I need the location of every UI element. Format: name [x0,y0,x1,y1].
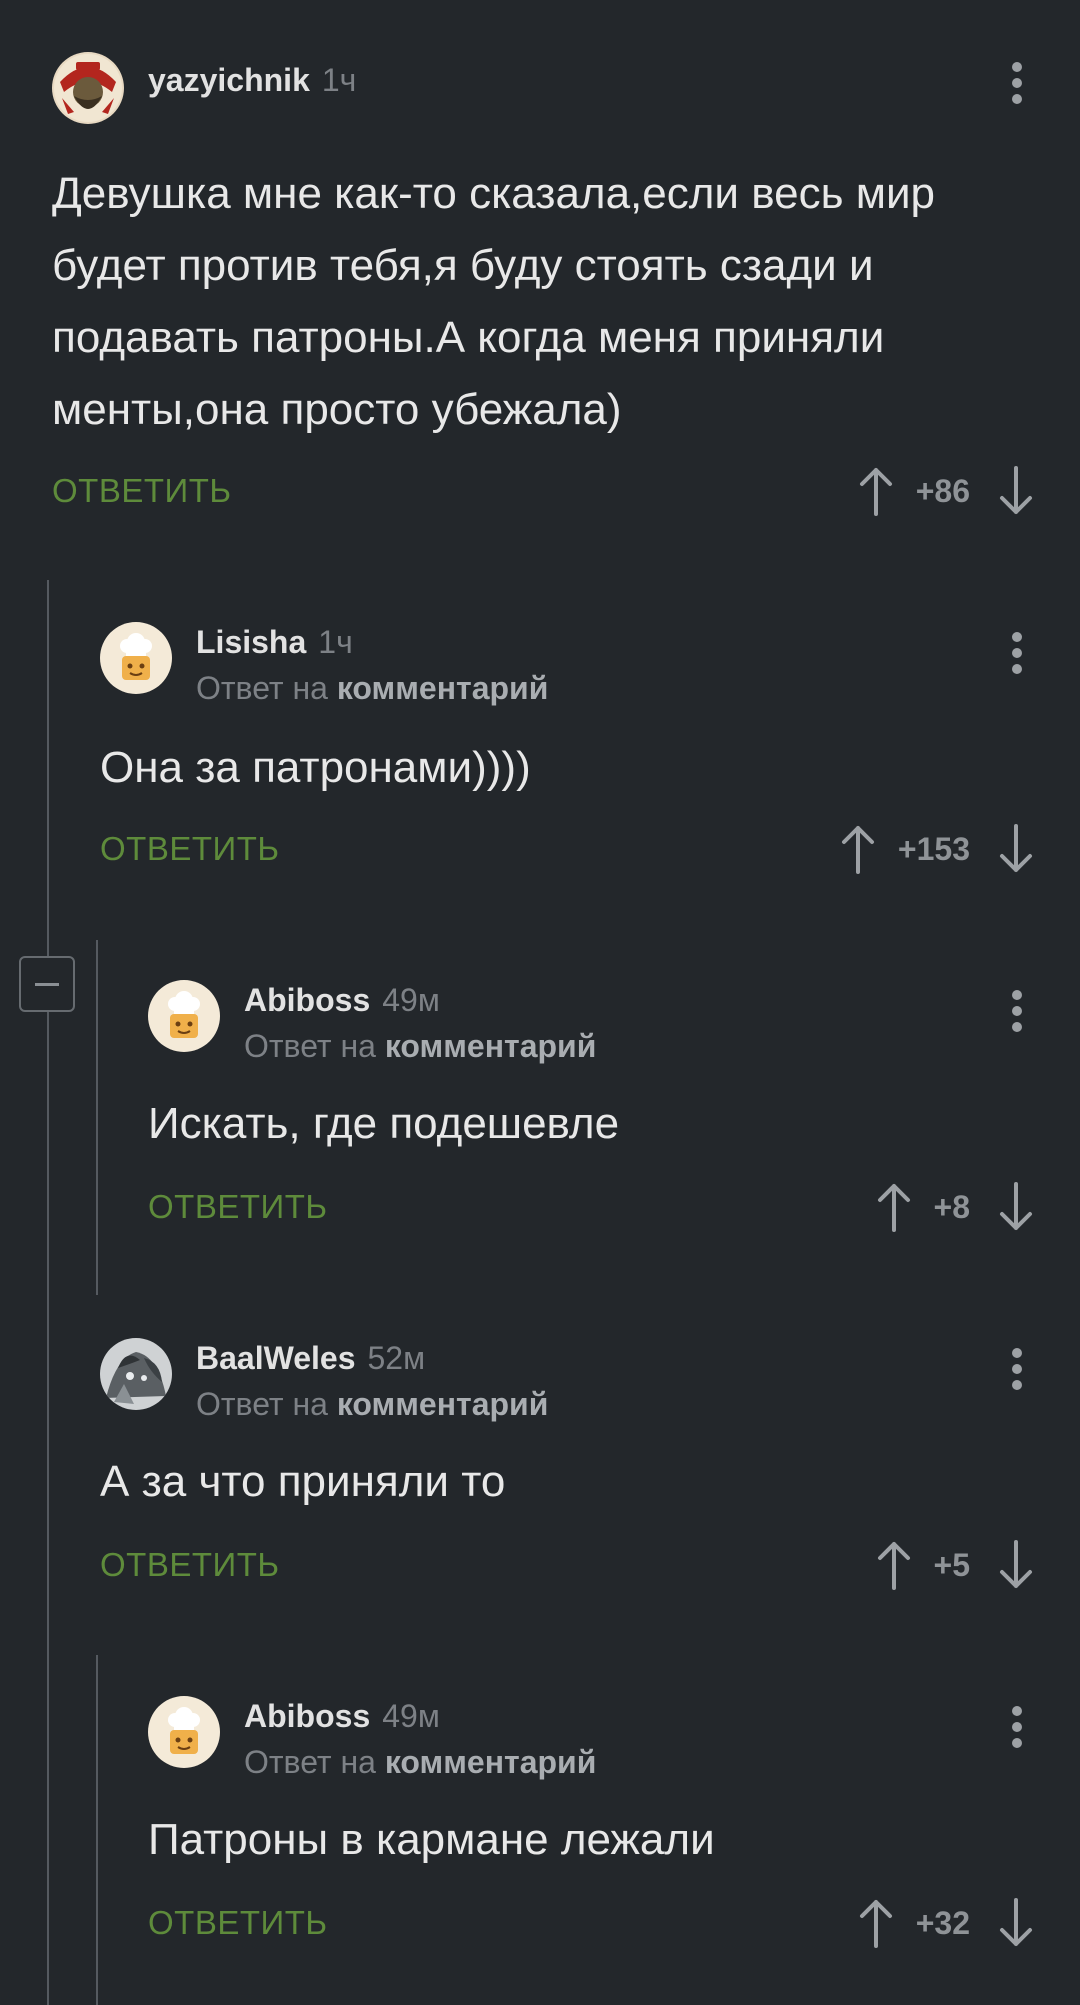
comment-menu-icon[interactable] [1012,1348,1024,1396]
comment-text-line: Искать, где подешевле [148,1099,620,1148]
reply-to-label: Ответ на комментарий [196,670,548,707]
comment-menu-icon[interactable] [1012,62,1024,110]
reply-to-prefix: Ответ на [196,1386,328,1422]
cook-icon [100,622,172,694]
comment-author[interactable]: yazyichnik [148,62,310,98]
reply-to-label: Ответ на комментарий [244,1028,596,1065]
comment-rating: +5 [933,1546,970,1583]
grey-creature-icon [100,1338,172,1410]
comment-author[interactable]: Lisisha [196,624,306,660]
downvote-arrow-icon[interactable] [996,1540,1036,1590]
upvote-arrow-icon[interactable] [874,1182,914,1232]
upvote-arrow-icon[interactable] [838,824,878,874]
comment-author[interactable]: Abiboss [244,1698,370,1734]
comment-text-line: Она за патронами)))) [100,743,531,792]
comment-menu-icon[interactable] [1012,1706,1024,1754]
avatar[interactable] [100,622,172,694]
reply-to-link[interactable]: комментарий [385,1744,597,1780]
comment-text-line: А за что приняли то [100,1457,506,1506]
reply-to-link[interactable]: комментарий [385,1028,597,1064]
cook-icon [148,980,220,1052]
comment-text-line: Девушка мне как-то сказала,если весь мир [52,169,936,218]
comment-rating: +32 [915,1904,970,1941]
avatar[interactable] [52,52,124,124]
reply-button[interactable]: ОТВЕТИТЬ [148,1188,328,1226]
comment-author[interactable]: Abiboss [244,982,370,1018]
upvote-arrow-icon[interactable] [856,1898,896,1948]
avatar[interactable] [148,1696,220,1768]
avatar[interactable] [148,980,220,1052]
thread-line-level-1 [47,580,49,2005]
comment-time: 49м [382,982,440,1018]
reply-button[interactable]: ОТВЕТИТЬ [148,1904,328,1942]
comment-rating: +86 [915,472,970,509]
comment-menu-icon[interactable] [1012,990,1024,1038]
comment-text: Девушка мне как-то сказала,если весь мир… [52,158,935,446]
reply-button[interactable]: ОТВЕТИТЬ [100,830,280,868]
thread-line-level-2 [96,940,98,1295]
comment-time: 1ч [321,62,357,98]
reply-to-label: Ответ на комментарий [196,1386,548,1423]
reply-to-link[interactable]: комментарий [337,670,549,706]
comment-text-line: менты,она просто убежала) [52,385,622,434]
comment-text: Она за патронами)))) [100,732,531,804]
comment-text-line: Патроны в кармане лежали [148,1815,715,1864]
reply-to-link[interactable]: комментарий [337,1386,549,1422]
reply-button[interactable]: ОТВЕТИТЬ [100,1546,280,1584]
downvote-arrow-icon[interactable] [996,466,1036,516]
reply-to-label: Ответ на комментарий [244,1744,596,1781]
comment-text: Искать, где подешевле [148,1088,619,1160]
comment-text: Патроны в кармане лежали [148,1804,715,1876]
comment-text: А за что приняли то [100,1446,505,1518]
comment-rating: +153 [897,830,970,867]
reply-to-prefix: Ответ на [244,1744,376,1780]
comment-text-line: подавать патроны.А когда меня приняли [52,313,885,362]
reply-button[interactable]: ОТВЕТИТЬ [52,472,232,510]
downvote-arrow-icon[interactable] [996,1898,1036,1948]
comment-time: 1ч [318,624,353,660]
cook-icon [148,1696,220,1768]
reply-to-prefix: Ответ на [244,1028,376,1064]
thread-line-level-2b [96,1655,98,2005]
avatar[interactable] [100,1338,172,1410]
comment-author[interactable]: BaalWeles [196,1340,356,1376]
bearded-man-emblem-icon [52,52,124,124]
downvote-arrow-icon[interactable] [996,1182,1036,1232]
upvote-arrow-icon[interactable] [874,1540,914,1590]
downvote-arrow-icon[interactable] [996,824,1036,874]
comment-menu-icon[interactable] [1012,632,1024,680]
collapse-thread-button[interactable] [19,956,75,1012]
comment-time: 52м [367,1340,426,1376]
upvote-arrow-icon[interactable] [856,466,896,516]
comment-rating: +8 [933,1188,970,1225]
reply-to-prefix: Ответ на [196,670,328,706]
comment-text-line: будет против тебя,я буду стоять сзади и [52,241,874,290]
comment-time: 49м [382,1698,440,1734]
